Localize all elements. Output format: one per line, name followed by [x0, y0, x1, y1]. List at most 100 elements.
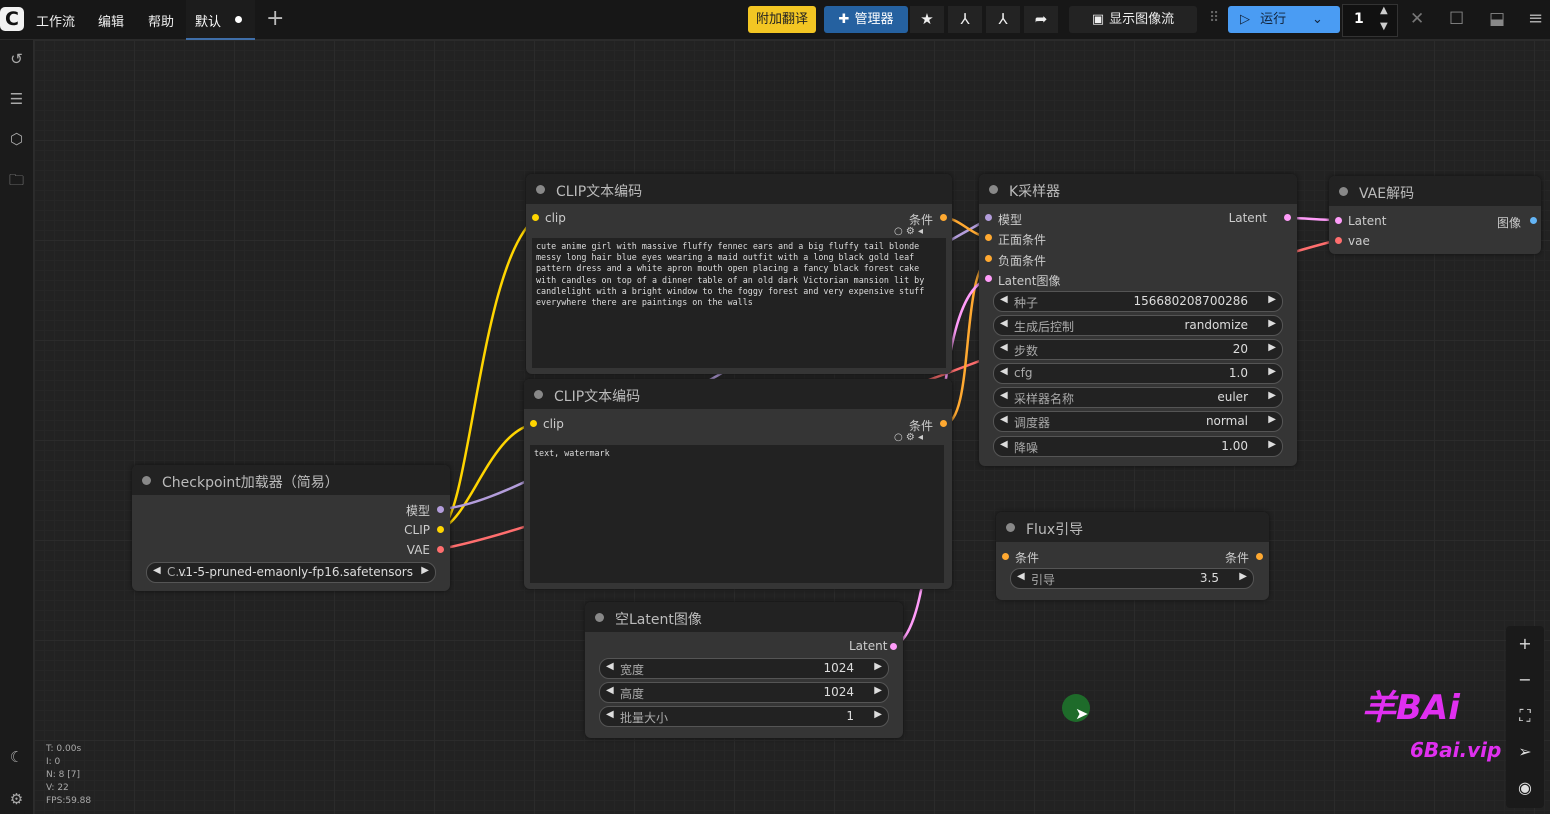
next-arrow-icon[interactable]: ▶	[874, 709, 882, 720]
add-tab-icon[interactable]: +	[266, 6, 284, 31]
theme-moon-icon[interactable]: ☾	[0, 748, 33, 766]
ckpt-name-combo[interactable]: ◀ C... v1-5-pruned-emaonly-fp16.safetens…	[146, 562, 436, 583]
seed-widget[interactable]: ◀ 种子 156680208700286 ▶	[993, 291, 1283, 312]
tab-default[interactable]: 默认	[186, 0, 255, 40]
close-icon[interactable]: ✕	[1410, 9, 1424, 29]
run-button[interactable]: ▷ 运行 ⌄	[1228, 6, 1340, 33]
guidance-widget[interactable]: ◀ 引导 3.5 ▶	[1010, 568, 1254, 589]
latent-output-pin[interactable]	[890, 643, 897, 650]
collapse-dot-icon[interactable]	[595, 613, 604, 622]
manager-button[interactable]: ✚ 管理器	[824, 6, 908, 33]
model-library-icon[interactable]: ⬡	[0, 130, 33, 148]
collapse-dot-icon[interactable]	[1006, 523, 1015, 532]
clip-text-encode-node-positive[interactable]: CLIP文本编码 clip 条件 ○ ⚙ ◂ cute anime girl w…	[526, 174, 952, 374]
pose-icon[interactable]: ⅄	[948, 6, 982, 33]
node-titlebar[interactable]: K采样器	[979, 174, 1297, 204]
denoise-widget[interactable]: ◀ 降噪 1.00 ▶	[993, 436, 1283, 457]
drag-handle-icon[interactable]: ⠿	[1209, 10, 1219, 26]
prev-arrow-icon[interactable]: ◀	[606, 661, 614, 672]
prev-arrow-icon[interactable]: ◀	[1000, 318, 1008, 329]
settings-gear-icon[interactable]: ⚙	[0, 790, 33, 808]
latent-input-pin[interactable]	[985, 275, 992, 282]
node-titlebar[interactable]: CLIP文本编码	[526, 174, 952, 204]
app-logo[interactable]: C	[0, 7, 24, 31]
control-after-generate-widget[interactable]: ◀ 生成后控制 randomize ▶	[993, 315, 1283, 336]
next-arrow-icon[interactable]: ▶	[874, 685, 882, 696]
prev-arrow-icon[interactable]: ◀	[1000, 414, 1008, 425]
cond-output-pin[interactable]	[1256, 553, 1263, 560]
image-output-pin[interactable]	[1530, 217, 1537, 224]
prev-arrow-icon[interactable]: ◀	[1017, 571, 1025, 582]
menu-edit[interactable]: 编辑	[98, 11, 124, 30]
ksampler-node[interactable]: K采样器 模型 正面条件 负面条件 Latent图像 Latent ◀ 种子 156…	[979, 174, 1297, 466]
model-output-pin[interactable]	[437, 506, 444, 513]
prev-arrow-icon[interactable]: ◀	[153, 565, 161, 576]
clip-output-pin[interactable]	[437, 526, 444, 533]
vae-output-pin[interactable]	[437, 546, 444, 553]
node-options-icon[interactable]: ○ ⚙ ◂	[894, 226, 923, 237]
queue-icon[interactable]: ☰	[0, 90, 33, 108]
prompt-textarea[interactable]: text, watermark	[530, 445, 944, 583]
node-options-icon[interactable]: ○ ⚙ ◂	[894, 432, 923, 443]
steps-widget[interactable]: ◀ 步数 20 ▶	[993, 339, 1283, 360]
prev-arrow-icon[interactable]: ◀	[606, 685, 614, 696]
prompt-textarea[interactable]: cute anime girl with massive fluffy fenn…	[532, 238, 946, 368]
next-arrow-icon[interactable]: ▶	[1268, 414, 1276, 425]
collapse-dot-icon[interactable]	[534, 390, 543, 399]
fit-view-icon[interactable]: ⛶	[1506, 706, 1544, 726]
history-icon[interactable]: ↺	[0, 50, 33, 68]
positive-input-pin[interactable]	[985, 234, 992, 241]
next-arrow-icon[interactable]: ▶	[1268, 439, 1276, 450]
next-arrow-icon[interactable]: ▶	[1268, 366, 1276, 377]
negative-input-pin[interactable]	[985, 255, 992, 262]
panel-icon[interactable]: ☐	[1449, 9, 1464, 29]
height-widget[interactable]: ◀ 高度 1024 ▶	[599, 682, 889, 703]
latent-input-pin[interactable]	[1335, 217, 1342, 224]
zoom-in-icon[interactable]: +	[1506, 634, 1544, 653]
empty-latent-node[interactable]: 空Latent图像 Latent ◀ 宽度 1024 ▶ ◀ 高度 1024 ▶ ◀ 批量大小…	[585, 602, 903, 738]
vae-input-pin[interactable]	[1335, 237, 1342, 244]
cond-output-pin[interactable]	[940, 214, 947, 221]
scheduler-widget[interactable]: ◀ 调度器 normal ▶	[993, 411, 1283, 432]
node-titlebar[interactable]: VAE解码	[1329, 176, 1541, 206]
decrement-icon[interactable]: ▼	[1380, 21, 1388, 32]
pose-alt-icon[interactable]: ⅄	[986, 6, 1020, 33]
select-mode-icon[interactable]: ➢	[1506, 742, 1544, 761]
node-titlebar[interactable]: 空Latent图像	[585, 602, 903, 632]
star-icon[interactable]: ★	[910, 6, 944, 33]
menu-workflow[interactable]: 工作流	[36, 11, 75, 30]
share-icon[interactable]: ➦	[1024, 6, 1058, 33]
next-arrow-icon[interactable]: ▶	[1268, 318, 1276, 329]
vae-decode-node[interactable]: VAE解码 Latent vae 图像	[1329, 176, 1541, 254]
collapse-dot-icon[interactable]	[142, 476, 151, 485]
node-titlebar[interactable]: Checkpoint加载器（简易）	[132, 465, 450, 495]
next-arrow-icon[interactable]: ▶	[421, 565, 429, 576]
width-widget[interactable]: ◀ 宽度 1024 ▶	[599, 658, 889, 679]
cfg-widget[interactable]: ◀ cfg 1.0 ▶	[993, 363, 1283, 384]
next-arrow-icon[interactable]: ▶	[874, 661, 882, 672]
menu-help[interactable]: 帮助	[148, 11, 174, 30]
prev-arrow-icon[interactable]: ◀	[1000, 439, 1008, 450]
queue-count-stepper[interactable]: 1 ▲ ▼	[1342, 4, 1398, 37]
bottom-panel-icon[interactable]: ⬓	[1489, 9, 1505, 29]
chevron-down-icon[interactable]: ⌄	[1312, 6, 1323, 33]
next-arrow-icon[interactable]: ▶	[1268, 342, 1276, 353]
cond-input-pin[interactable]	[1002, 553, 1009, 560]
latent-output-pin[interactable]	[1284, 214, 1291, 221]
collapse-dot-icon[interactable]	[536, 185, 545, 194]
sampler-name-widget[interactable]: ◀ 采样器名称 euler ▶	[993, 387, 1283, 408]
batch-size-widget[interactable]: ◀ 批量大小 1 ▶	[599, 706, 889, 727]
translate-button[interactable]: 附加翻译	[748, 6, 816, 33]
zoom-out-icon[interactable]: −	[1506, 670, 1544, 689]
clip-text-encode-node-negative[interactable]: CLIP文本编码 clip 条件 ○ ⚙ ◂ text, watermark	[524, 379, 952, 589]
clip-input-pin[interactable]	[532, 214, 539, 221]
clip-input-pin[interactable]	[530, 420, 537, 427]
node-titlebar[interactable]: CLIP文本编码	[524, 379, 952, 409]
show-image-stream-button[interactable]: ▣ 显示图像流	[1069, 6, 1197, 33]
prev-arrow-icon[interactable]: ◀	[1000, 390, 1008, 401]
prev-arrow-icon[interactable]: ◀	[1000, 294, 1008, 305]
prev-arrow-icon[interactable]: ◀	[606, 709, 614, 720]
increment-icon[interactable]: ▲	[1380, 5, 1388, 16]
checkpoint-loader-node[interactable]: Checkpoint加载器（简易） 模型 CLIP VAE ◀ C... v1-…	[132, 465, 450, 591]
toggle-links-eye-icon[interactable]: ◉	[1506, 778, 1544, 797]
